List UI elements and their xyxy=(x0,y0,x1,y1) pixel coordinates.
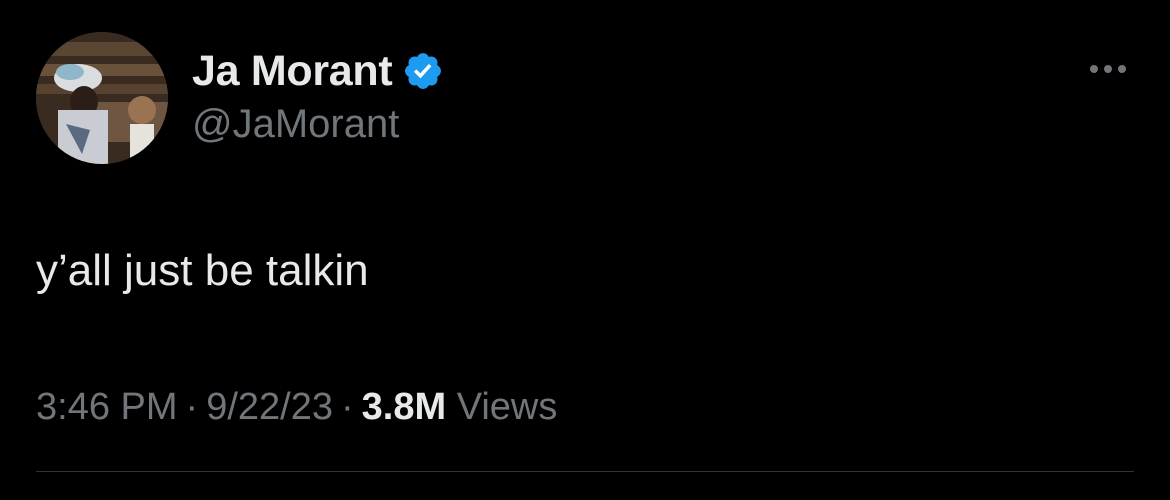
meta-separator: · xyxy=(185,386,199,428)
avatar-photo xyxy=(36,32,168,164)
avatar[interactable] xyxy=(36,32,168,164)
name-row: Ja Morant xyxy=(192,42,444,100)
views-label: Views xyxy=(456,386,558,428)
verified-badge-icon xyxy=(402,50,444,92)
more-options-icon[interactable] xyxy=(1086,58,1130,80)
tweet-date[interactable]: 9/22/23 xyxy=(206,386,333,428)
tweet-time[interactable]: 3:46 PM xyxy=(36,386,178,428)
tweet-meta: 3:46 PM · 9/22/23 · 3.8M Views xyxy=(36,386,557,429)
divider xyxy=(36,471,1134,472)
tweet-text: y’all just be talkin xyxy=(36,246,369,295)
display-name[interactable]: Ja Morant xyxy=(192,47,393,96)
handle[interactable]: @JaMorant xyxy=(192,102,444,147)
views-count[interactable]: 3.8M xyxy=(362,386,446,428)
meta-separator: · xyxy=(340,386,354,428)
author-block: Ja Morant @JaMorant xyxy=(192,42,444,147)
